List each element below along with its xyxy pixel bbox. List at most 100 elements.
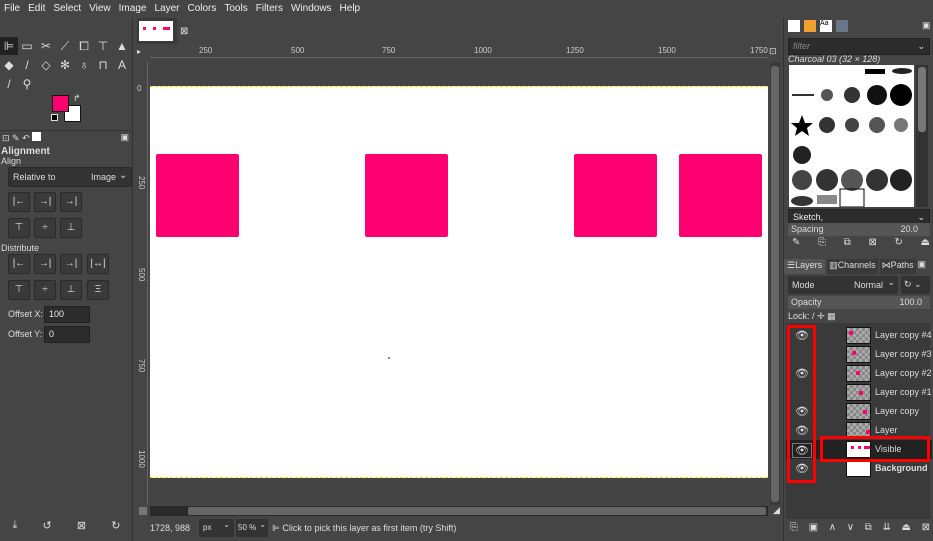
save-options-icon[interactable]: ⤓ bbox=[13, 519, 18, 532]
brush-grid[interactable] bbox=[789, 65, 914, 208]
menu-edit[interactable]: Edit bbox=[24, 3, 49, 14]
fonts-tab-icon[interactable]: Aa bbox=[820, 20, 832, 32]
relative-to-dropdown[interactable]: Relative to Image ⌄ bbox=[8, 167, 132, 187]
merge-down-icon[interactable]: ⇊ bbox=[882, 522, 890, 533]
eraser-icon[interactable]: ◇ bbox=[37, 56, 55, 74]
configure-tab-icon[interactable]: ▣ bbox=[120, 132, 129, 143]
distribute-bottom-button[interactable]: ⊥ bbox=[60, 280, 82, 300]
tab-layers[interactable]: ☰Layers bbox=[784, 259, 826, 274]
image-tab[interactable] bbox=[137, 18, 177, 44]
measure-icon[interactable]: ⟋ bbox=[56, 37, 74, 55]
new-brush-icon[interactable]: ⎘ bbox=[818, 237, 826, 248]
zoom-icon[interactable]: ⚲ bbox=[18, 75, 36, 93]
rect-select-icon[interactable]: ▭ bbox=[18, 37, 36, 55]
brush-filter-input[interactable]: filter ⌄ bbox=[788, 38, 930, 55]
align-middle-button[interactable]: ÷ bbox=[34, 218, 56, 238]
images-tab-icon[interactable] bbox=[32, 132, 42, 141]
align-tool-icon[interactable]: ⊫ bbox=[0, 37, 18, 55]
unit-dropdown[interactable]: px ⌄ bbox=[199, 519, 234, 537]
dodge-icon[interactable]: ⊓ bbox=[94, 56, 112, 74]
menu-layer[interactable]: Layer bbox=[150, 3, 183, 14]
composite-mode-dropdown[interactable]: ↻ ⌄ bbox=[901, 276, 930, 294]
lock-position-icon[interactable]: ✛ bbox=[817, 311, 825, 321]
quick-mask-menu-icon[interactable]: ▸ bbox=[137, 47, 141, 56]
tab-channels[interactable]: ▥Channels bbox=[827, 259, 878, 274]
duplicate-brush-icon[interactable]: ⧉ bbox=[844, 237, 851, 248]
menu-windows[interactable]: Windows bbox=[287, 3, 336, 14]
distribute-left-button[interactable]: |← bbox=[8, 254, 30, 274]
paintbrush-icon[interactable]: / bbox=[18, 56, 36, 74]
new-layer-group-icon[interactable]: ▣ bbox=[809, 522, 818, 533]
brushes-tab-icon[interactable] bbox=[788, 20, 800, 32]
transform-icon[interactable]: ⊤ bbox=[94, 37, 112, 55]
brush-grid-scrollbar[interactable] bbox=[916, 65, 928, 207]
restore-options-icon[interactable]: ↺ bbox=[43, 519, 52, 532]
configure-tab-icon[interactable]: ▣ bbox=[922, 20, 931, 31]
duplicate-layer-icon[interactable]: ⧉ bbox=[865, 522, 872, 533]
zoom-to-fit-icon[interactable]: ⊡ bbox=[769, 46, 777, 57]
delete-layer-icon[interactable]: ⊠ bbox=[922, 522, 930, 533]
distribute-top-button[interactable]: ⊤ bbox=[8, 280, 30, 300]
align-left-button[interactable]: |← bbox=[8, 192, 30, 212]
default-colors-icon[interactable] bbox=[51, 114, 58, 121]
foreground-color-swatch[interactable] bbox=[52, 95, 69, 112]
configure-tab-icon[interactable]: ▣ bbox=[917, 259, 926, 270]
color-picker-icon[interactable]: / bbox=[0, 75, 18, 93]
menu-tools[interactable]: Tools bbox=[220, 3, 251, 14]
lock-pixels-icon[interactable]: / bbox=[812, 311, 815, 321]
reset-options-icon[interactable]: ↻ bbox=[111, 519, 120, 532]
lock-alpha-icon[interactable]: ▦ bbox=[827, 311, 836, 321]
add-mask-icon[interactable]: ⏏ bbox=[901, 522, 910, 533]
menu-colors[interactable]: Colors bbox=[183, 3, 220, 14]
crop-icon[interactable]: ⧠ bbox=[75, 37, 93, 55]
raise-layer-icon[interactable]: ∧ bbox=[829, 522, 836, 533]
relative-to-label: Relative to bbox=[13, 172, 56, 182]
new-layer-icon[interactable]: ⎘ bbox=[790, 522, 798, 533]
bucket-fill-icon[interactable]: ◆ bbox=[0, 56, 18, 74]
patterns-tab-icon[interactable] bbox=[804, 20, 816, 32]
vertical-scrollbar[interactable] bbox=[770, 62, 780, 505]
navigate-image-icon[interactable]: ◢ bbox=[773, 505, 780, 516]
align-top-button[interactable]: ⊤ bbox=[8, 218, 30, 238]
image-canvas[interactable] bbox=[150, 86, 768, 478]
horizontal-scrollbar[interactable] bbox=[150, 506, 768, 516]
refresh-brushes-icon[interactable]: ↻ bbox=[894, 237, 902, 248]
align-right-button[interactable]: →| bbox=[60, 192, 82, 212]
document-history-tab-icon[interactable] bbox=[836, 20, 848, 32]
menu-select[interactable]: Select bbox=[49, 3, 85, 14]
distribute-horizontal-button[interactable]: |↔| bbox=[87, 254, 109, 274]
menu-file[interactable]: File bbox=[0, 3, 24, 14]
warp-icon[interactable]: ▲ bbox=[113, 37, 131, 55]
distribute-center-button[interactable]: →|← bbox=[34, 254, 56, 287]
smudge-icon[interactable]: ♁ bbox=[75, 56, 93, 74]
menu-filters[interactable]: Filters bbox=[252, 3, 287, 14]
tool-options-tab-icon[interactable]: ⊡ ✎ ↶ bbox=[2, 133, 32, 143]
zoom-dropdown[interactable]: 50 % ⌄ bbox=[236, 519, 268, 537]
delete-brush-icon[interactable]: ⊠ bbox=[868, 237, 876, 248]
lower-layer-icon[interactable]: ∨ bbox=[847, 522, 854, 533]
menu-help[interactable]: Help bbox=[336, 3, 365, 14]
text-tool-icon[interactable]: A bbox=[113, 56, 131, 74]
distribute-middle-button[interactable]: ÷ bbox=[34, 280, 56, 300]
heal-icon[interactable]: ✻ bbox=[56, 56, 74, 74]
opacity-slider[interactable]: Opacity 100.0 bbox=[788, 296, 930, 309]
edit-brush-icon[interactable]: ✎ bbox=[792, 237, 800, 248]
align-bottom-button[interactable]: ⊥ bbox=[60, 218, 82, 238]
offset-y-input[interactable]: 0 bbox=[44, 326, 90, 343]
distribute-vertical-button[interactable]: Ξ bbox=[87, 280, 109, 300]
delete-options-icon[interactable]: ⊠ bbox=[77, 519, 86, 532]
menu-view[interactable]: View bbox=[85, 3, 115, 14]
align-center-button[interactable]: →|← bbox=[34, 192, 56, 225]
brush-previews bbox=[791, 68, 912, 208]
open-brush-icon[interactable]: ⏏ bbox=[921, 237, 930, 248]
swap-colors-icon[interactable]: ↱ bbox=[73, 93, 81, 104]
menu-image[interactable]: Image bbox=[115, 3, 151, 14]
spacing-slider[interactable]: Spacing 20.0 bbox=[788, 223, 930, 236]
mode-dropdown[interactable]: Mode Normal ⌄ bbox=[788, 276, 898, 294]
tab-paths[interactable]: ⋈Paths bbox=[879, 259, 916, 274]
navigate-icon[interactable] bbox=[139, 507, 147, 515]
offset-x-input[interactable]: 100 bbox=[44, 306, 90, 323]
distribute-right-button[interactable]: →| bbox=[60, 254, 82, 274]
close-image-icon[interactable]: ⊠ bbox=[180, 26, 188, 37]
scissors-icon[interactable]: ✂ bbox=[37, 37, 55, 55]
